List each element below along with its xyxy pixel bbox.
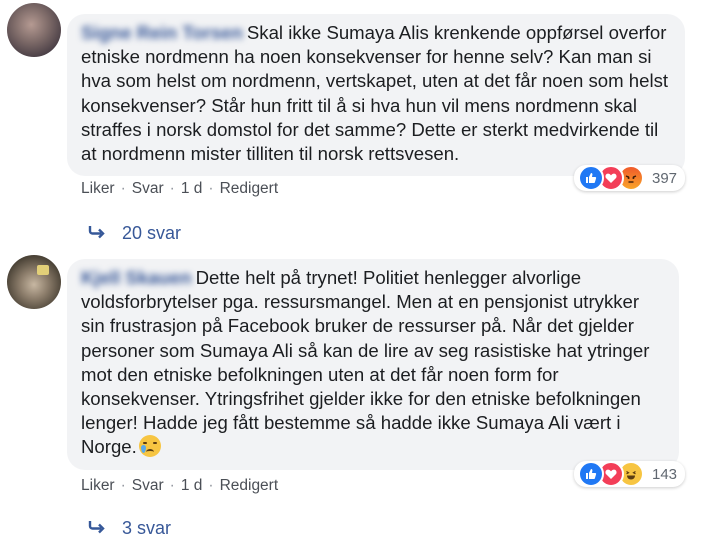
edited-label[interactable]: Redigert [220, 477, 279, 494]
comment-author[interactable]: Kjell Skauen [81, 266, 192, 290]
avatar[interactable] [7, 3, 61, 57]
like-link[interactable]: Liker [81, 477, 115, 494]
comment-bubble: Signe Rein Torsen Skal ikke Sumaya Alis k… [67, 14, 685, 177]
replies-count: 20 svar [122, 223, 182, 243]
timestamp[interactable]: 1 d [181, 180, 203, 197]
comment-actions: Liker · Svar · 1 d · Redigert [81, 477, 278, 495]
separator-dot: · [169, 477, 175, 494]
comment-bubble: Kjell Skauen Dette helt på trynet! Politi… [67, 259, 679, 470]
like-icon [578, 461, 604, 487]
separator-dot: · [120, 180, 126, 197]
edited-label[interactable]: Redigert [220, 180, 279, 197]
separator-dot: · [208, 477, 214, 494]
avatar[interactable] [7, 255, 61, 309]
view-replies-link[interactable]: 20 svar [88, 223, 181, 244]
reaction-count: 143 [652, 465, 678, 483]
like-icon [578, 165, 604, 191]
reply-link[interactable]: Svar [132, 477, 164, 494]
reaction-summary[interactable]: 143 [574, 461, 686, 487]
separator-dot: · [169, 180, 175, 197]
crying-face-emoji [138, 435, 161, 458]
timestamp[interactable]: 1 d [181, 477, 203, 494]
comment-author[interactable]: Signe Rein Torsen [81, 21, 243, 45]
replies-count: 3 svar [122, 518, 172, 538]
reply-arrow-icon [88, 223, 106, 244]
separator-dot: · [120, 477, 126, 494]
comment-text: Dette helt på trynet! Politiet henlegger… [81, 267, 650, 458]
reply-arrow-icon [88, 518, 106, 539]
view-replies-link[interactable]: 3 svar [88, 518, 171, 539]
like-link[interactable]: Liker [81, 180, 115, 197]
reaction-summary[interactable]: 397 [574, 165, 686, 191]
separator-dot: · [208, 180, 214, 197]
comment-actions: Liker · Svar · 1 d · Redigert [81, 180, 278, 198]
reaction-count: 397 [652, 169, 678, 187]
reply-link[interactable]: Svar [132, 180, 164, 197]
